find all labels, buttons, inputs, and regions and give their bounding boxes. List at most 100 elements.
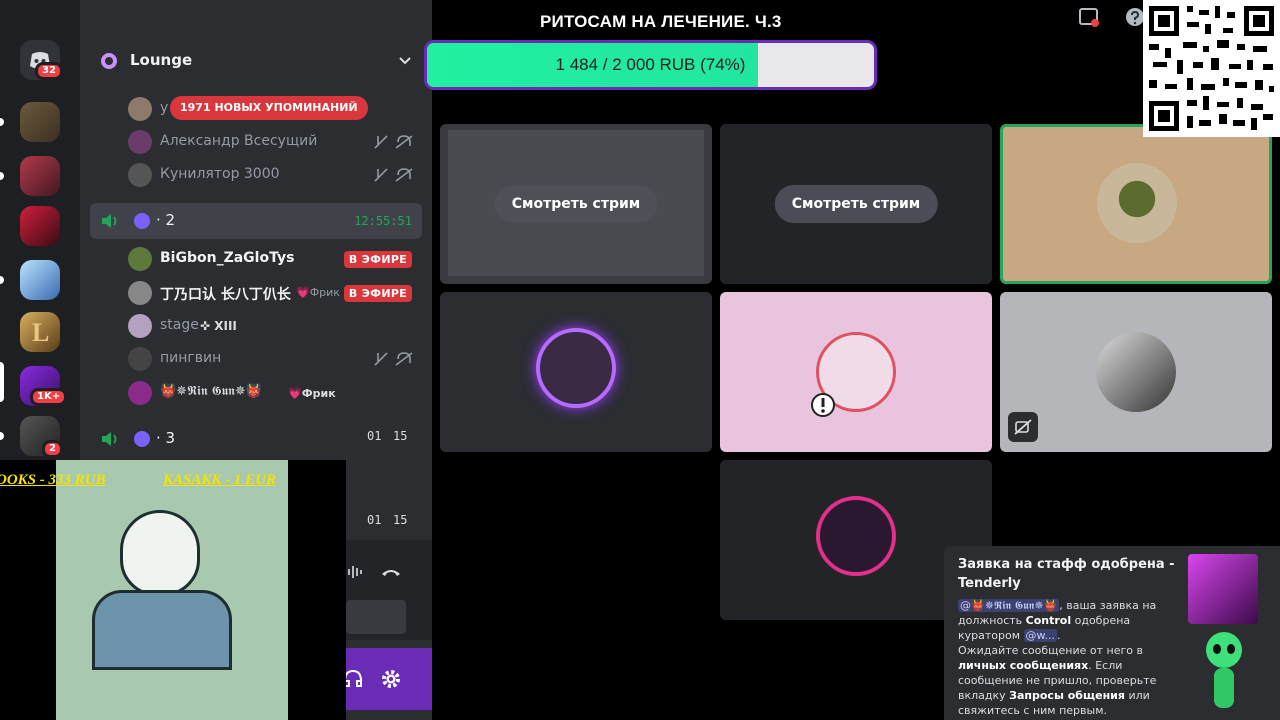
participant-tile[interactable]: [720, 292, 992, 452]
member-name: y: [160, 100, 169, 116]
alert-icon: [811, 393, 835, 417]
server-header[interactable]: Lounge: [80, 40, 432, 82]
disconnect-icon[interactable]: [380, 564, 402, 580]
avatar: [1097, 163, 1177, 243]
voice-member[interactable]: BiGbon_ZaGloTys В ЭФИРЕ: [80, 244, 432, 274]
channel-timer-minutes: 15: [393, 513, 408, 527]
mute-deafen-icons: [374, 168, 413, 182]
notification-body: @👹✵𝕽𝖎𝖓 𝕲𝖚𝖓✵👹, ваша заявка на должность C…: [958, 599, 1157, 717]
voice-channel-2[interactable]: · 2 12:55:51: [90, 203, 422, 239]
unread-pill: [0, 172, 4, 180]
settings-gear-icon[interactable]: [380, 668, 402, 690]
avatar: [128, 281, 152, 305]
server-icon-4[interactable]: [20, 260, 60, 300]
avatar: [1096, 332, 1176, 412]
server-icon-1[interactable]: [20, 102, 60, 142]
activity-box[interactable]: [346, 600, 406, 634]
avatar: [816, 496, 896, 576]
member-name: Александр Всесущий: [160, 133, 318, 149]
participant-tile[interactable]: [1000, 292, 1272, 452]
channel-status-dot: [134, 431, 150, 447]
avatar: [128, 314, 152, 338]
unread-pill: [0, 432, 4, 440]
server-badge: 1K+: [30, 388, 68, 406]
channel-status-dot: [134, 213, 150, 229]
watch-stream-button[interactable]: Смотреть стрим: [774, 185, 938, 223]
voice-member[interactable]: Александр Всесущий: [80, 127, 432, 157]
user-panel: [344, 648, 432, 710]
stream-tile-1[interactable]: Смотреть стрим: [440, 124, 712, 284]
soundboard-icon[interactable]: [346, 562, 366, 582]
member-name: Кунилятор 3000: [160, 166, 280, 182]
voice-channel-3[interactable]: · 3 01 15: [90, 421, 422, 457]
server-boost-icon: [101, 53, 117, 69]
live-badge: В ЭФИРЕ: [343, 251, 412, 268]
donation-progress-bar: 1 484 / 2 000 RUB (74%): [424, 40, 877, 90]
speaker-icon: [102, 214, 117, 228]
channel-timer-minutes: 15: [393, 429, 408, 443]
channel-timer-hours: 01: [367, 429, 382, 443]
channel-label: · 2: [156, 211, 176, 229]
server-icon-3[interactable]: [20, 206, 60, 246]
voice-member[interactable]: 丁乃口认 长八丁仈长 💗Фрик В ЭФИРЕ: [80, 278, 432, 308]
channel-timer-hours: 01: [367, 513, 382, 527]
donation-amount: 1 484 / 2 000 RUB (74%): [555, 55, 746, 74]
selected-pill: [0, 362, 4, 402]
camera-off-indicator: [1008, 412, 1038, 442]
chevron-down-icon: [399, 57, 411, 65]
notification-toast[interactable]: Заявка на стафф одобрена - Tenderly @👹✵𝕽…: [944, 546, 1280, 720]
participant-tile[interactable]: [440, 292, 712, 452]
participant-tile-speaking[interactable]: [1000, 124, 1272, 284]
video-off-icon: [1014, 419, 1032, 435]
sans-character-figure: [120, 510, 200, 596]
inbox-icon[interactable]: [1078, 6, 1100, 28]
speaker-icon: [102, 432, 117, 446]
server-badge: 2: [42, 440, 63, 458]
voice-member[interactable]: stage ✜ XIII: [80, 311, 432, 341]
qr-code: [1143, 0, 1280, 137]
user-mention[interactable]: @👹✵𝕽𝖎𝖓 𝕲𝖚𝖓✵👹: [958, 599, 1060, 612]
voice-member[interactable]: Кунилятор 3000: [80, 160, 432, 190]
notification-title: Заявка на стафф одобрена - Tenderly: [958, 557, 1175, 591]
alien-mascot-icon: [1202, 632, 1246, 712]
stream-tile-2[interactable]: Смотреть стрим: [720, 124, 992, 284]
donation-title: РИТОСАМ НА ЛЕЧЕНИЕ. Ч.3: [540, 12, 782, 31]
live-badge: В ЭФИРЕ: [343, 285, 412, 302]
sans-character-body: [92, 590, 232, 670]
channel-timer: 12:55:51: [354, 214, 412, 228]
notification-image: [1188, 554, 1258, 624]
voice-member[interactable]: пингвин: [80, 344, 432, 374]
avatar: [128, 381, 152, 405]
member-tag: 💗Фрик: [288, 387, 336, 400]
member-name: пингвин: [160, 350, 222, 366]
member-tag: ✜ XIII: [200, 319, 237, 333]
unread-pill: [0, 276, 4, 284]
member-name: BiGbon_ZaGloTys: [160, 250, 295, 266]
member-name: stage: [160, 317, 199, 333]
donation-ticker: OOKS - 333 RUB KASAKK - 1 EUR: [0, 472, 346, 494]
league-logo-icon: L: [32, 318, 50, 347]
server-name: Lounge: [130, 51, 193, 69]
watch-stream-button[interactable]: Смотреть стрим: [494, 185, 658, 223]
server-icon-league[interactable]: L: [20, 312, 60, 352]
avatar: [128, 130, 152, 154]
avatar: [128, 247, 152, 271]
mute-deafen-icons: [374, 352, 413, 366]
server-icon-2[interactable]: [20, 156, 60, 196]
ticker-item: KASAKK - 1 EUR: [163, 472, 276, 488]
home-unread-badge: 32: [35, 62, 63, 80]
curator-mention[interactable]: @w...: [1023, 629, 1058, 642]
avatar: [128, 163, 152, 187]
voice-panel: [346, 540, 432, 640]
member-tag: 💗Фрик: [296, 286, 340, 299]
ticker-item: OOKS - 333 RUB: [0, 472, 106, 488]
webcam-overlay: [0, 460, 346, 720]
avatar: [128, 97, 152, 121]
member-name: 丁乃口认 长八丁仈长: [160, 287, 291, 303]
channel-label: · 3: [156, 429, 176, 447]
avatar: [536, 328, 616, 408]
new-mentions-pill[interactable]: 1971 НОВЫХ УПОМИНАНИЙ: [170, 96, 368, 120]
mute-deafen-icons: [374, 135, 413, 149]
voice-member[interactable]: 👹✵𝕽𝖎𝖓 𝕲𝖚𝖓✵👹 💗Фрик: [80, 378, 432, 408]
avatar: [128, 347, 152, 371]
